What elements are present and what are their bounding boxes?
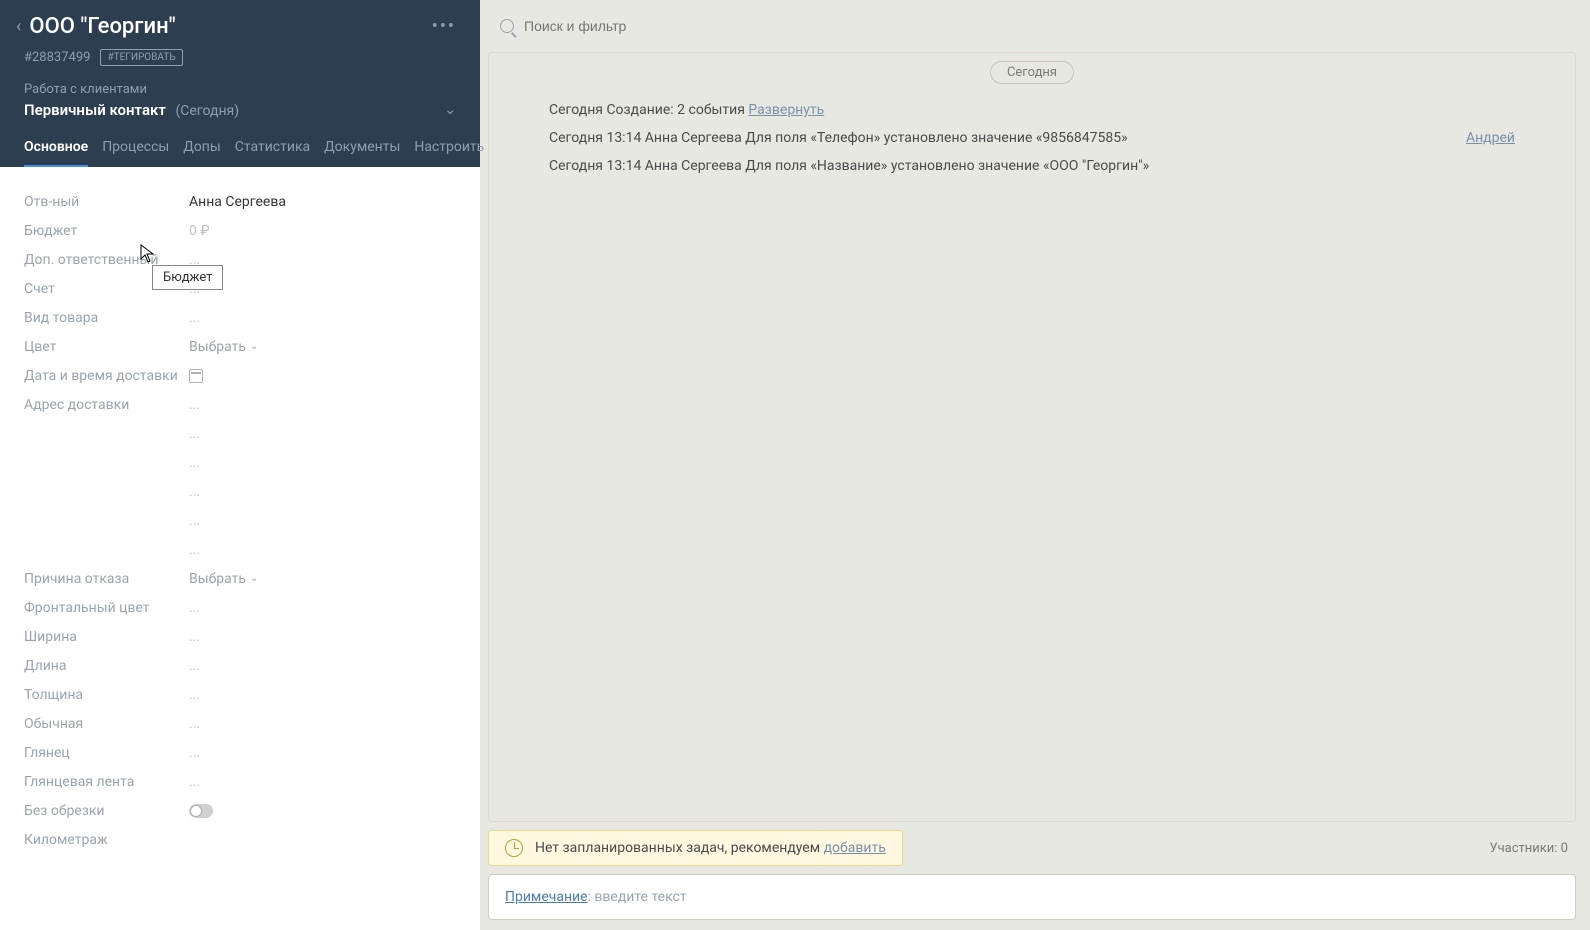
chevron-down-icon: ⌄ bbox=[250, 573, 258, 584]
field-label-no-trim: Без обрезки bbox=[24, 803, 189, 819]
field-value-delivery-address[interactable]: ... bbox=[189, 397, 200, 413]
field-value-refusal[interactable]: Выбрать⌄ bbox=[189, 571, 258, 587]
field-value-budget[interactable]: 0 ₽ bbox=[189, 223, 210, 239]
field-label-mileage: Километраж bbox=[24, 832, 189, 848]
sidebar-header: ‹ ООО "Георгин" ••• #28837499 #ТЕГИРОВАТ… bbox=[0, 0, 480, 167]
field-label-front-color: Фронтальный цвет bbox=[24, 600, 189, 616]
field-value-front-color[interactable]: ... bbox=[189, 600, 200, 616]
field-label-width: Ширина bbox=[24, 629, 189, 645]
field-value-gloss[interactable]: ... bbox=[189, 745, 200, 761]
task-banner-text: Нет запланированных задач, рекомендуем д… bbox=[535, 840, 886, 856]
stage-date: (Сегодня) bbox=[175, 103, 239, 119]
field-label-color: Цвет bbox=[24, 339, 189, 355]
field-label-thickness: Толщина bbox=[24, 687, 189, 703]
field-value-empty[interactable]: ... bbox=[189, 455, 200, 471]
clock-icon bbox=[505, 839, 523, 857]
feed-line: Сегодня 13:14 Анна Сергеева Для поля «На… bbox=[509, 152, 1555, 180]
note-input[interactable]: Примечание: введите текст bbox=[488, 874, 1576, 920]
search-row bbox=[488, 0, 1576, 52]
chevron-down-icon[interactable]: ⌄ bbox=[444, 102, 456, 118]
field-label-budget: Бюджет bbox=[24, 223, 189, 239]
field-value-width[interactable]: ... bbox=[189, 629, 200, 645]
chevron-down-icon: ⌄ bbox=[250, 341, 258, 352]
feed-text: Сегодня 13:14 Анна Сергеева Для поля «Те… bbox=[549, 130, 1466, 146]
field-value-length[interactable]: ... bbox=[189, 658, 200, 674]
field-label-product-type: Вид товара bbox=[24, 310, 189, 326]
participants-count[interactable]: Участники: 0 bbox=[1490, 841, 1576, 856]
field-label-responsible: Отв-ный bbox=[24, 194, 189, 210]
tab-processes[interactable]: Процессы bbox=[102, 131, 169, 167]
search-icon[interactable] bbox=[500, 19, 514, 33]
feed-text: Сегодня Создание: 2 события Развернуть bbox=[549, 102, 1515, 118]
tabs: Основное Процессы Допы Статистика Докуме… bbox=[24, 131, 456, 167]
tag-button[interactable]: #ТЕГИРОВАТЬ bbox=[100, 49, 182, 66]
field-label-delivery-address: Адрес доставки bbox=[24, 397, 189, 413]
field-value-gloss-tape[interactable]: ... bbox=[189, 774, 200, 790]
feed: Сегодня Сегодня Создание: 2 события Разв… bbox=[488, 52, 1576, 822]
field-value-product-type[interactable]: ... bbox=[189, 310, 200, 326]
field-label-length: Длина bbox=[24, 658, 189, 674]
stage-name[interactable]: Первичный контакт bbox=[24, 101, 166, 119]
note-placeholder: : введите текст bbox=[588, 889, 687, 905]
user-link[interactable]: Андрей bbox=[1466, 130, 1515, 146]
breadcrumb[interactable]: Работа с клиентами bbox=[24, 82, 456, 97]
more-menu-icon[interactable]: ••• bbox=[432, 16, 456, 37]
date-label: Сегодня bbox=[990, 61, 1074, 84]
main-panel: Сегодня Сегодня Создание: 2 события Разв… bbox=[480, 0, 1590, 930]
feed-line: Сегодня Создание: 2 события Развернуть bbox=[509, 96, 1555, 124]
feed-text: Сегодня 13:14 Анна Сергеева Для поля «На… bbox=[549, 158, 1515, 174]
toggle-no-trim[interactable] bbox=[189, 804, 213, 818]
deal-title[interactable]: ООО "Георгин" bbox=[29, 14, 423, 39]
calendar-icon[interactable] bbox=[189, 369, 203, 383]
tab-docs[interactable]: Документы bbox=[324, 131, 400, 167]
search-input[interactable] bbox=[524, 18, 1564, 34]
field-value-empty[interactable]: ... bbox=[189, 484, 200, 500]
field-value-regular[interactable]: ... bbox=[189, 716, 200, 732]
field-value-responsible[interactable]: Анна Сергеева bbox=[189, 194, 286, 210]
field-value-color[interactable]: Выбрать⌄ bbox=[189, 339, 258, 355]
tooltip-budget: Бюджет bbox=[152, 265, 223, 290]
tab-main[interactable]: Основное bbox=[24, 131, 88, 167]
feed-line: Сегодня 13:14 Анна Сергеева Для поля «Те… bbox=[509, 124, 1555, 152]
add-task-link[interactable]: добавить bbox=[824, 840, 886, 856]
field-value-empty[interactable]: ... bbox=[189, 542, 200, 558]
tab-configure[interactable]: Настроить bbox=[414, 131, 484, 167]
field-label-gloss: Глянец bbox=[24, 745, 189, 761]
date-pill: Сегодня bbox=[509, 61, 1555, 84]
back-chevron-icon[interactable]: ‹ bbox=[16, 16, 21, 37]
task-banner: Нет запланированных задач, рекомендуем д… bbox=[488, 830, 903, 866]
expand-link[interactable]: Развернуть bbox=[748, 102, 824, 118]
field-value-thickness[interactable]: ... bbox=[189, 687, 200, 703]
field-label-refusal: Причина отказа bbox=[24, 571, 189, 587]
field-label-gloss-tape: Глянцевая лента bbox=[24, 774, 189, 790]
deal-id: #28837499 bbox=[24, 50, 90, 65]
fields-panel: Отв-ный Анна Сергеева Бюджет 0 ₽ Доп. от… bbox=[0, 167, 480, 930]
field-value-empty[interactable]: ... bbox=[189, 426, 200, 442]
note-type-link[interactable]: Примечание bbox=[505, 889, 588, 905]
bottom-bar: Нет запланированных задач, рекомендуем д… bbox=[488, 830, 1576, 866]
field-label-delivery-datetime: Дата и время доставки bbox=[24, 368, 189, 384]
field-label-regular: Обычная bbox=[24, 716, 189, 732]
tab-extras[interactable]: Допы bbox=[183, 131, 220, 167]
field-value-empty[interactable]: ... bbox=[189, 513, 200, 529]
tab-stats[interactable]: Статистика bbox=[235, 131, 310, 167]
sidebar: ‹ ООО "Георгин" ••• #28837499 #ТЕГИРОВАТ… bbox=[0, 0, 480, 930]
